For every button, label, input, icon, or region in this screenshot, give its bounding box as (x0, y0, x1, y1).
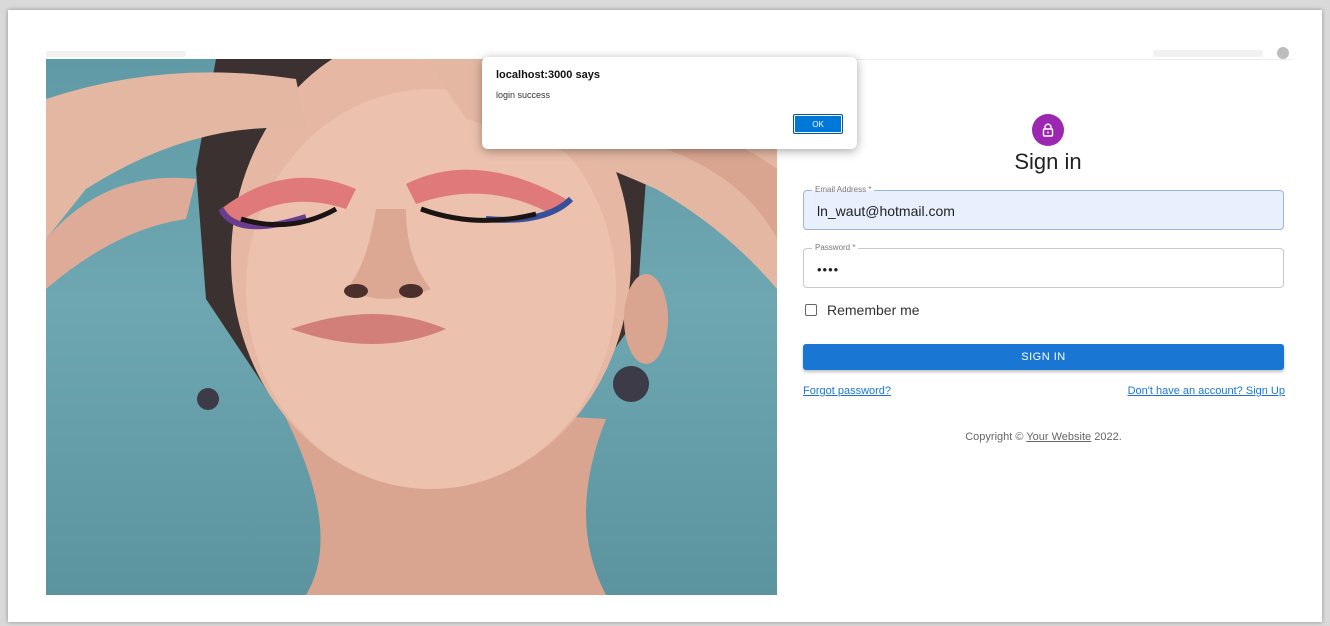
password-input[interactable]: •••• (817, 262, 1267, 277)
profile-avatar[interactable] (1277, 47, 1289, 59)
remember-label: Remember me (827, 302, 920, 318)
email-field[interactable]: Email Address * (803, 185, 1284, 230)
page-title: Sign in (1014, 149, 1082, 174)
browser-page: Sign in Email Address * Password * •••• … (8, 10, 1322, 622)
email-field-label: Email Address * (812, 185, 875, 195)
lock-avatar (1032, 114, 1064, 146)
forgot-password-link[interactable]: Forgot password? (803, 385, 891, 397)
dialog-title: localhost:3000 says (496, 69, 600, 81)
password-field[interactable]: Password * •••• (803, 243, 1284, 288)
dialog-message: login success (496, 90, 551, 100)
copyright-year: 2022. (1094, 431, 1122, 443)
copyright: Copyright © Your Website 2022. (803, 431, 1284, 443)
password-field-label: Password * (812, 243, 859, 253)
your-website-link[interactable]: Your Website (1026, 431, 1091, 443)
alert-dialog: localhost:3000 says login success OK (482, 57, 857, 149)
email-input[interactable] (817, 203, 1267, 219)
sign-up-link[interactable]: Don't have an account? Sign Up (1128, 385, 1285, 397)
lock-icon (1042, 123, 1054, 137)
sign-in-button[interactable]: SIGN IN (803, 344, 1284, 370)
remember-checkbox[interactable] (805, 304, 817, 316)
app-bar-left-placeholder (46, 51, 186, 57)
app-bar-right-placeholder (1153, 50, 1263, 57)
remember-me[interactable]: Remember me (805, 302, 920, 318)
copyright-prefix: Copyright © (965, 431, 1024, 443)
dialog-ok-button[interactable]: OK (793, 114, 843, 134)
